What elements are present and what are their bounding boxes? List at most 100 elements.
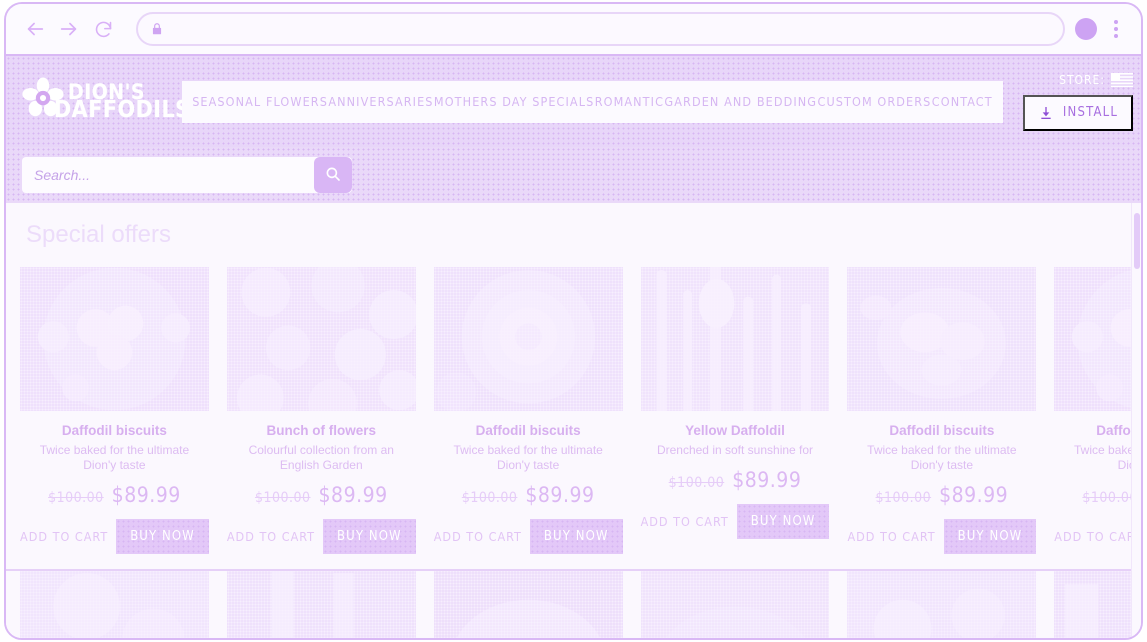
store-label: STORE: <box>1059 72 1105 87</box>
product-image <box>847 570 1037 638</box>
page-title: Special offers <box>26 221 171 248</box>
price-original: $100.00 <box>461 490 518 507</box>
arrow-right-icon <box>58 18 80 40</box>
buy-now-button[interactable]: BUY NOW <box>736 504 830 540</box>
buy-now-button[interactable]: BUY NOW <box>116 519 209 555</box>
back-button[interactable] <box>18 12 52 46</box>
product-price: $100.00 $89.99 <box>669 468 802 492</box>
price-original: $100.00 <box>1082 490 1138 507</box>
product-card[interactable] <box>847 570 1037 638</box>
product-actions: ADD TO CART BUY NOW <box>847 519 1037 555</box>
download-icon <box>1038 105 1054 121</box>
image-tint <box>1054 570 1141 638</box>
product-card[interactable]: Bunch of flowers Colourful collection fr… <box>226 267 416 555</box>
product-card[interactable] <box>226 570 416 638</box>
search-bar <box>22 157 352 193</box>
product-image <box>433 267 623 411</box>
nav-item-garden-and-bedding[interactable]: GARDEN AND BEDDING <box>664 94 817 109</box>
product-image <box>1054 570 1141 638</box>
buy-now-button[interactable]: BUY NOW <box>529 519 623 555</box>
image-tint <box>1054 267 1141 411</box>
product-description: Drenched in soft sunshine for <box>656 443 814 458</box>
product-image <box>640 267 830 411</box>
add-to-cart-button[interactable]: ADD TO CART <box>434 529 522 544</box>
logo-line-2: DAFFODILS. <box>54 96 199 123</box>
product-image <box>20 570 209 638</box>
install-button[interactable]: INSTALL <box>1023 94 1133 131</box>
nav-item-anniversaries[interactable]: ANNIVERSARIES <box>328 94 433 109</box>
product-card[interactable]: Daffodil biscuits Twice baked for the ul… <box>20 267 209 555</box>
product-image <box>226 267 416 411</box>
price-sale: $89.99 <box>318 483 388 508</box>
add-to-cart-button[interactable]: ADD TO CART <box>227 529 315 544</box>
arrow-left-icon <box>24 18 46 40</box>
product-description: Twice baked for the ultimate Dion'y tast… <box>867 443 1017 473</box>
site-logo[interactable]: DION'S DAFFODILS. <box>20 76 198 127</box>
forward-button[interactable] <box>52 12 86 46</box>
logo-text: DION'S DAFFODILS. <box>54 81 199 121</box>
kebab-menu-icon[interactable] <box>1107 20 1125 38</box>
product-price: $100.00 $89.99 <box>255 483 388 507</box>
us-flag-icon <box>1111 72 1133 87</box>
product-image <box>640 570 830 638</box>
product-title: Daffodil biscuits <box>475 423 581 438</box>
add-to-cart-button[interactable]: ADD TO CART <box>847 529 935 544</box>
store-selector[interactable]: STORE: <box>1059 72 1133 87</box>
nav-item-mothers-day-specials[interactable]: MOTHERS DAY SPECIALS <box>434 94 594 109</box>
price-original: $100.00 <box>875 490 932 507</box>
product-description: Twice baked for the ultimate Dion'y tast… <box>1074 443 1141 473</box>
search-band <box>6 147 1141 203</box>
search-input[interactable] <box>22 157 314 193</box>
price-original: $100.00 <box>254 490 311 507</box>
nav-item-custom-orders[interactable]: CUSTOM ORDERS <box>818 94 932 109</box>
product-card[interactable] <box>433 570 623 638</box>
product-title: Bunch of flowers <box>266 423 377 438</box>
product-card[interactable] <box>640 570 830 638</box>
search-button[interactable] <box>314 157 352 193</box>
product-card[interactable]: Daffodil biscuits Twice baked for the ul… <box>1054 267 1141 554</box>
main-content: Special offers Daffodil biscuits Twice b… <box>6 203 1141 638</box>
image-tint <box>226 570 416 638</box>
image-tint <box>433 570 623 638</box>
install-label: INSTALL <box>1062 105 1119 120</box>
product-description: Colourful collection from an English Gar… <box>248 443 394 473</box>
image-tint <box>847 570 1037 638</box>
avatar[interactable] <box>1075 18 1097 40</box>
product-card[interactable] <box>1054 570 1141 638</box>
product-card[interactable]: Daffodil biscuits Twice baked for the ul… <box>433 267 623 555</box>
price-sale: $89.99 <box>525 483 595 508</box>
price-sale: $89.99 <box>732 468 802 493</box>
nav-item-romantic[interactable]: ROMANTIC <box>595 94 664 109</box>
price-sale: $89.99 <box>939 483 1009 508</box>
product-grid: Daffodil biscuits Twice baked for the ul… <box>20 267 1141 638</box>
buy-now-button[interactable]: BUY NOW <box>943 519 1037 555</box>
reload-button[interactable] <box>86 12 120 46</box>
product-card[interactable]: Daffodil biscuits Twice baked for the ul… <box>847 267 1037 555</box>
product-card[interactable] <box>20 570 209 638</box>
main-navigation: SEASONAL FLOWERS ANNIVERSARIES MOTHERS D… <box>182 80 1003 123</box>
page-scrollbar[interactable] <box>1131 203 1141 638</box>
product-title: Daffodil biscuits <box>61 423 167 438</box>
add-to-cart-button[interactable]: ADD TO CART <box>641 514 729 529</box>
add-to-cart-button[interactable]: ADD TO CART <box>20 529 108 544</box>
product-image <box>847 267 1037 411</box>
nav-item-seasonal-flowers[interactable]: SEASONAL FLOWERS <box>192 94 328 109</box>
reload-icon <box>93 19 114 40</box>
address-bar[interactable] <box>136 12 1065 46</box>
image-tint <box>20 267 209 411</box>
product-actions: ADD TO CART BUY NOW <box>1054 519 1141 554</box>
price-sale: $89.99 <box>111 483 181 508</box>
browser-actions <box>1075 18 1129 40</box>
product-actions: ADD TO CART BUY NOW <box>434 519 623 555</box>
product-price: $100.00 $89.99 <box>48 483 181 507</box>
image-tint <box>20 570 209 638</box>
image-tint <box>847 267 1037 411</box>
search-icon <box>324 165 342 186</box>
browser-toolbar <box>6 4 1141 56</box>
product-image <box>226 570 416 638</box>
add-to-cart-button[interactable]: ADD TO CART <box>1054 529 1141 544</box>
buy-now-button[interactable]: BUY NOW <box>323 519 416 555</box>
product-card[interactable]: Yellow Daffoldil Drenched in soft sunshi… <box>640 267 830 554</box>
scrollbar-thumb[interactable] <box>1134 213 1140 269</box>
nav-item-contact[interactable]: CONTACT <box>932 94 993 109</box>
